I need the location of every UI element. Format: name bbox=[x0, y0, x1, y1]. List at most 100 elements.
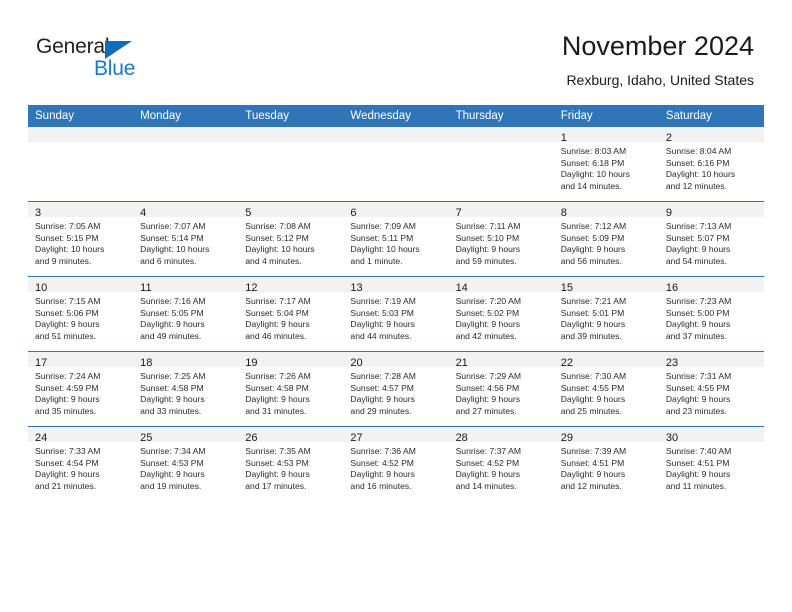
day-number: 1 bbox=[560, 132, 567, 144]
calendar-day-cell[interactable]: 30 Sunrise: 7:40 AM Sunset: 4:51 PM Dayligh… bbox=[658, 426, 764, 501]
day-number: 10 bbox=[35, 282, 48, 294]
daylight-text-line2: and 33 minutes. bbox=[140, 405, 202, 416]
calendar-day-cell[interactable]: 20 Sunrise: 7:28 AM Sunset: 4:57 PM Dayligh… bbox=[343, 351, 449, 427]
sunrise-text: Sunrise: 7:36 AM bbox=[350, 446, 416, 456]
daylight-text-line1: Daylight: 9 hours bbox=[35, 394, 100, 405]
daylight-text-line2: and 29 minutes. bbox=[350, 405, 412, 416]
sunset-text: Sunset: 4:57 PM bbox=[350, 382, 414, 393]
day-number: 5 bbox=[245, 207, 252, 219]
sunset-text: Sunset: 4:58 PM bbox=[140, 382, 204, 393]
calendar-day-cell[interactable]: 6 Sunrise: 7:09 AM Sunset: 5:11 PM Daylight… bbox=[343, 201, 449, 277]
calendar-day-cell[interactable] bbox=[133, 127, 239, 202]
sunrise-text: Sunrise: 7:30 AM bbox=[560, 371, 627, 381]
daylight-text-line1: Daylight: 9 hours bbox=[560, 469, 626, 480]
calendar-day-cell[interactable] bbox=[448, 127, 554, 202]
calendar-day-cell[interactable]: 7 Sunrise: 7:11 AM Sunset: 5:10 PM Daylight… bbox=[448, 201, 554, 277]
calendar-day-cell[interactable]: 8 Sunrise: 7:12 AM Sunset: 5:09 PM Daylight… bbox=[553, 201, 659, 277]
calendar-day-cell[interactable]: 18 Sunrise: 7:25 AM Sunset: 4:58 PM Dayligh… bbox=[133, 351, 239, 427]
sunrise-text: Sunrise: 7:05 AM bbox=[35, 221, 101, 231]
day-number: 4 bbox=[140, 207, 147, 219]
calendar-day-cell[interactable] bbox=[343, 127, 449, 202]
sunrise-text: Sunrise: 7:35 AM bbox=[245, 446, 311, 456]
weekday-header-friday: Friday bbox=[553, 105, 659, 127]
calendar-day-cell[interactable]: 1 Sunrise: 8:03 AM Sunset: 6:18 PM Daylight… bbox=[553, 127, 659, 202]
day-number: 17 bbox=[35, 357, 48, 369]
calendar-day-cell[interactable]: 25 Sunrise: 7:34 AM Sunset: 4:53 PM Dayligh… bbox=[133, 426, 239, 501]
sunset-text: Sunset: 4:51 PM bbox=[560, 457, 625, 468]
sunrise-text: Sunrise: 7:34 AM bbox=[140, 446, 206, 456]
sunset-text: Sunset: 5:06 PM bbox=[35, 307, 99, 318]
calendar-day-cell[interactable]: 9 Sunrise: 7:13 AM Sunset: 5:07 PM Daylight… bbox=[658, 201, 764, 277]
sunset-text: Sunset: 5:07 PM bbox=[665, 232, 730, 243]
daylight-text-line1: Daylight: 9 hours bbox=[455, 469, 521, 480]
daylight-text-line2: and 14 minutes. bbox=[560, 180, 622, 191]
sunrise-text: Sunrise: 7:12 AM bbox=[560, 221, 627, 231]
calendar-day-cell[interactable]: 14 Sunrise: 7:20 AM Sunset: 5:02 PM Dayligh… bbox=[448, 276, 554, 352]
sunset-text: Sunset: 5:00 PM bbox=[665, 307, 730, 318]
page-header: General Blue November 2024 Rexburg, Idah… bbox=[0, 0, 792, 100]
sunset-text: Sunset: 5:14 PM bbox=[140, 232, 204, 243]
weekday-header-tuesday: Tuesday bbox=[238, 105, 344, 127]
calendar-day-cell[interactable]: 26 Sunrise: 7:35 AM Sunset: 4:53 PM Dayligh… bbox=[238, 426, 344, 501]
calendar-day-cell[interactable]: 15 Sunrise: 7:21 AM Sunset: 5:01 PM Dayligh… bbox=[553, 276, 659, 352]
daylight-text-line1: Daylight: 9 hours bbox=[350, 394, 415, 405]
calendar-day-cell[interactable]: 2 Sunrise: 8:04 AM Sunset: 6:16 PM Daylight… bbox=[658, 127, 764, 202]
day-number: 22 bbox=[560, 357, 573, 369]
sunset-text: Sunset: 5:05 PM bbox=[140, 307, 204, 318]
calendar-day-cell[interactable]: 11 Sunrise: 7:16 AM Sunset: 5:05 PM Dayligh… bbox=[133, 276, 239, 352]
sunrise-text: Sunrise: 7:20 AM bbox=[455, 296, 522, 306]
sunrise-text: Sunrise: 7:13 AM bbox=[665, 221, 732, 231]
sunrise-text: Sunrise: 7:33 AM bbox=[35, 446, 101, 456]
calendar-day-cell[interactable]: 10 Sunrise: 7:15 AM Sunset: 5:06 PM Dayligh… bbox=[28, 276, 134, 352]
calendar-day-cell[interactable]: 4 Sunrise: 7:07 AM Sunset: 5:14 PM Daylight… bbox=[133, 201, 239, 277]
calendar-day-cell[interactable]: 24 Sunrise: 7:33 AM Sunset: 4:54 PM Dayligh… bbox=[28, 426, 134, 501]
calendar-day-cell[interactable]: 22 Sunrise: 7:30 AM Sunset: 4:55 PM Dayligh… bbox=[553, 351, 659, 427]
sunset-text: Sunset: 4:56 PM bbox=[455, 382, 520, 393]
sunset-text: Sunset: 5:04 PM bbox=[245, 307, 309, 318]
calendar-day-cell[interactable]: 16 Sunrise: 7:23 AM Sunset: 5:00 PM Dayligh… bbox=[658, 276, 764, 352]
day-number: 30 bbox=[665, 432, 679, 444]
sunset-text: Sunset: 4:59 PM bbox=[35, 382, 99, 393]
daylight-text-line2: and 11 minutes. bbox=[665, 480, 727, 491]
calendar-day-cell[interactable]: 5 Sunrise: 7:08 AM Sunset: 5:12 PM Daylight… bbox=[238, 201, 344, 277]
daylight-text-line2: and 19 minutes. bbox=[140, 480, 202, 491]
daylight-text-line2: and 31 minutes. bbox=[245, 405, 307, 416]
calendar-header-row: Sunday Monday Tuesday Wednesday Thursday… bbox=[28, 105, 764, 127]
calendar-day-cell[interactable]: 17 Sunrise: 7:24 AM Sunset: 4:59 PM Dayligh… bbox=[28, 351, 134, 427]
daylight-text-line2: and 17 minutes. bbox=[245, 480, 307, 491]
sunrise-text: Sunrise: 7:16 AM bbox=[140, 296, 206, 306]
daylight-text-line2: and 21 minutes. bbox=[35, 480, 97, 491]
sunrise-text: Sunrise: 7:08 AM bbox=[245, 221, 311, 231]
sunrise-text: Sunrise: 7:26 AM bbox=[245, 371, 311, 381]
sunrise-text: Sunrise: 7:40 AM bbox=[665, 446, 732, 456]
calendar-day-cell[interactable]: 3 Sunrise: 7:05 AM Sunset: 5:15 PM Daylight… bbox=[28, 201, 134, 277]
day-number: 24 bbox=[35, 432, 48, 444]
sunrise-text: Sunrise: 7:31 AM bbox=[665, 371, 732, 381]
calendar-day-cell[interactable]: 27 Sunrise: 7:36 AM Sunset: 4:52 PM Dayligh… bbox=[343, 426, 449, 501]
daylight-text-line1: Daylight: 9 hours bbox=[455, 319, 521, 330]
calendar-day-cell[interactable]: 19 Sunrise: 7:26 AM Sunset: 4:58 PM Dayligh… bbox=[238, 351, 344, 427]
day-number: 11 bbox=[140, 282, 152, 294]
calendar-day-cell[interactable]: 29 Sunrise: 7:39 AM Sunset: 4:51 PM Dayligh… bbox=[553, 426, 659, 501]
daylight-text-line2: and 42 minutes. bbox=[455, 330, 517, 341]
calendar-day-cell[interactable]: 23 Sunrise: 7:31 AM Sunset: 4:55 PM Dayligh… bbox=[658, 351, 764, 427]
daylight-text-line2: and 12 minutes. bbox=[665, 180, 727, 191]
calendar-week-row: 24 Sunrise: 7:33 AM Sunset: 4:54 PM Dayligh… bbox=[28, 426, 764, 501]
calendar-day-cell[interactable]: 13 Sunrise: 7:19 AM Sunset: 5:03 PM Dayligh… bbox=[343, 276, 449, 352]
logo-text-general: General bbox=[36, 35, 110, 58]
day-number: 26 bbox=[245, 432, 258, 444]
day-number: 19 bbox=[245, 357, 258, 369]
calendar-day-cell[interactable] bbox=[238, 127, 344, 202]
calendar-day-cell[interactable] bbox=[28, 127, 134, 202]
day-number: 27 bbox=[350, 432, 363, 444]
sunrise-text: Sunrise: 7:11 AM bbox=[455, 221, 521, 231]
calendar-day-cell[interactable]: 21 Sunrise: 7:29 AM Sunset: 4:56 PM Dayligh… bbox=[448, 351, 554, 427]
day-number: 9 bbox=[665, 207, 672, 219]
calendar-day-cell[interactable]: 28 Sunrise: 7:37 AM Sunset: 4:52 PM Dayligh… bbox=[448, 426, 554, 501]
sunrise-text: Sunrise: 7:17 AM bbox=[245, 296, 311, 306]
calendar-day-cell[interactable]: 12 Sunrise: 7:17 AM Sunset: 5:04 PM Dayligh… bbox=[238, 276, 344, 352]
daylight-text-line2: and 39 minutes. bbox=[560, 330, 622, 341]
weekday-header-saturday: Saturday bbox=[658, 105, 764, 127]
calendar-week-row: 17 Sunrise: 7:24 AM Sunset: 4:59 PM Dayligh… bbox=[28, 351, 764, 427]
daylight-text-line2: and 25 minutes. bbox=[560, 405, 622, 416]
